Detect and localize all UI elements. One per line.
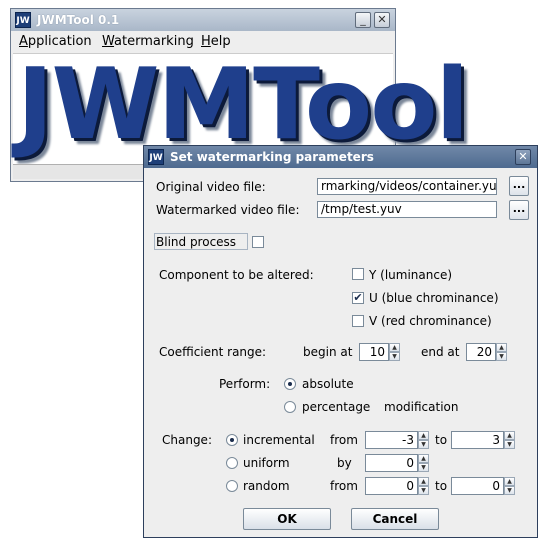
spin-up-icon[interactable]: ▲ — [418, 454, 429, 463]
radio-selected-dot — [230, 438, 234, 442]
dialog-title: Set watermarking parameters — [170, 150, 374, 164]
ok-button[interactable]: OK — [243, 508, 331, 530]
begin-at-arrows[interactable]: ▲ ▼ — [389, 343, 400, 361]
radio-selected-dot — [288, 382, 292, 386]
incremental-to-label: to — [435, 433, 448, 447]
original-file-field[interactable]: rmarking/videos/container.yuv — [317, 178, 497, 195]
coefficient-range-label: Coefficient range: — [159, 345, 267, 359]
random-from-spinner[interactable]: 0 ▲ ▼ — [365, 477, 429, 495]
random-to-arrows[interactable]: ▲ ▼ — [504, 477, 515, 495]
spin-up-icon[interactable]: ▲ — [496, 343, 507, 352]
spin-up-icon[interactable]: ▲ — [504, 431, 515, 440]
menu-watermarking-label: Watermarking — [102, 34, 194, 49]
absolute-label: absolute — [302, 377, 354, 391]
u-blue-label: U (blue chrominance) — [369, 291, 499, 305]
incremental-label: incremental — [243, 433, 315, 447]
menu-help[interactable]: Help — [201, 34, 231, 49]
random-from-arrows[interactable]: ▲ ▼ — [418, 477, 429, 495]
absolute-radio[interactable] — [284, 378, 296, 390]
v-red-label: V (red chrominance) — [369, 314, 492, 328]
random-to-label: to — [435, 479, 448, 493]
uniform-label: uniform — [243, 456, 290, 470]
spin-down-icon[interactable]: ▼ — [418, 486, 429, 495]
spin-down-icon[interactable]: ▼ — [389, 352, 400, 361]
main-titlebar[interactable]: JW JWMTool 0.1 _ ✕ — [11, 9, 395, 31]
spin-down-icon[interactable]: ▼ — [504, 486, 515, 495]
blind-process-label: Blind process — [156, 235, 237, 249]
perform-label: Perform: — [219, 377, 271, 391]
y-luminance-checkbox[interactable] — [352, 268, 364, 280]
minimize-button[interactable]: _ — [355, 12, 371, 28]
incremental-to-arrows[interactable]: ▲ ▼ — [504, 431, 515, 449]
uniform-radio[interactable] — [226, 457, 238, 469]
watermark-params-dialog: JW Set watermarking parameters ✕ Origina… — [143, 145, 538, 538]
incremental-to-value[interactable]: 3 — [451, 431, 504, 449]
change-label: Change: — [162, 433, 212, 447]
y-luminance-label: Y (luminance) — [369, 268, 453, 282]
random-radio[interactable] — [226, 480, 238, 492]
end-at-arrows[interactable]: ▲ ▼ — [496, 343, 507, 361]
main-window-title: JWMTool 0.1 — [37, 13, 120, 27]
menu-application-label: Application — [19, 34, 92, 49]
dialog-close-button[interactable]: ✕ — [515, 149, 531, 165]
random-from-value[interactable]: 0 — [365, 477, 418, 495]
watermarked-browse-button[interactable]: ... — [509, 200, 529, 220]
end-at-label: end at — [421, 345, 460, 359]
spin-up-icon[interactable]: ▲ — [418, 431, 429, 440]
spin-up-icon[interactable]: ▲ — [504, 477, 515, 486]
begin-at-label: begin at — [303, 345, 353, 359]
uniform-by-spinner[interactable]: 0 ▲ ▼ — [365, 454, 429, 472]
uniform-by-value[interactable]: 0 — [365, 454, 418, 472]
v-red-checkbox[interactable] — [352, 315, 364, 327]
original-browse-button[interactable]: ... — [509, 176, 529, 196]
dialog-titlebar[interactable]: JW Set watermarking parameters ✕ — [144, 146, 537, 168]
menu-help-label: Help — [201, 34, 231, 49]
spin-up-icon[interactable]: ▲ — [389, 343, 400, 352]
end-at-spinner[interactable]: 20 ▲ ▼ — [466, 343, 507, 361]
incremental-to-spinner[interactable]: 3 ▲ ▼ — [451, 431, 515, 449]
spin-down-icon[interactable]: ▼ — [418, 440, 429, 449]
begin-at-value[interactable]: 10 — [359, 343, 389, 361]
incremental-radio[interactable] — [226, 434, 238, 446]
random-from-label: from — [330, 479, 358, 493]
incremental-from-value[interactable]: -3 — [365, 431, 418, 449]
menu-application[interactable]: Application — [19, 34, 92, 49]
original-file-label: Original video file: — [156, 180, 266, 194]
modification-label: modification — [384, 400, 459, 414]
incremental-from-label: from — [330, 433, 358, 447]
incremental-from-spinner[interactable]: -3 ▲ ▼ — [365, 431, 429, 449]
close-button[interactable]: ✕ — [374, 12, 390, 28]
random-to-spinner[interactable]: 0 ▲ ▼ — [451, 477, 515, 495]
begin-at-spinner[interactable]: 10 ▲ ▼ — [359, 343, 400, 361]
uniform-by-label: by — [337, 456, 352, 470]
spin-down-icon[interactable]: ▼ — [418, 463, 429, 472]
menu-watermarking[interactable]: Watermarking — [102, 34, 194, 49]
end-at-value[interactable]: 20 — [466, 343, 496, 361]
blind-process-label-box: Blind process — [154, 233, 248, 250]
incremental-from-arrows[interactable]: ▲ ▼ — [418, 431, 429, 449]
cancel-button[interactable]: Cancel — [351, 508, 439, 530]
watermarked-file-field[interactable]: /tmp/test.yuv — [317, 201, 497, 218]
component-label: Component to be altered: — [159, 268, 314, 282]
uniform-by-arrows[interactable]: ▲ ▼ — [418, 454, 429, 472]
u-blue-checkbox[interactable]: ✔ — [352, 292, 364, 304]
jw-dialog-icon: JW — [148, 149, 164, 165]
random-to-value[interactable]: 0 — [451, 477, 504, 495]
blind-process-checkbox[interactable] — [252, 236, 264, 248]
percentage-label: percentage — [302, 400, 371, 414]
watermarked-file-label: Watermarked video file: — [156, 203, 300, 217]
spin-up-icon[interactable]: ▲ — [418, 477, 429, 486]
spin-down-icon[interactable]: ▼ — [504, 440, 515, 449]
random-label: random — [243, 479, 290, 493]
percentage-radio[interactable] — [284, 401, 296, 413]
jw-app-icon: JW — [15, 12, 31, 28]
spin-down-icon[interactable]: ▼ — [496, 352, 507, 361]
